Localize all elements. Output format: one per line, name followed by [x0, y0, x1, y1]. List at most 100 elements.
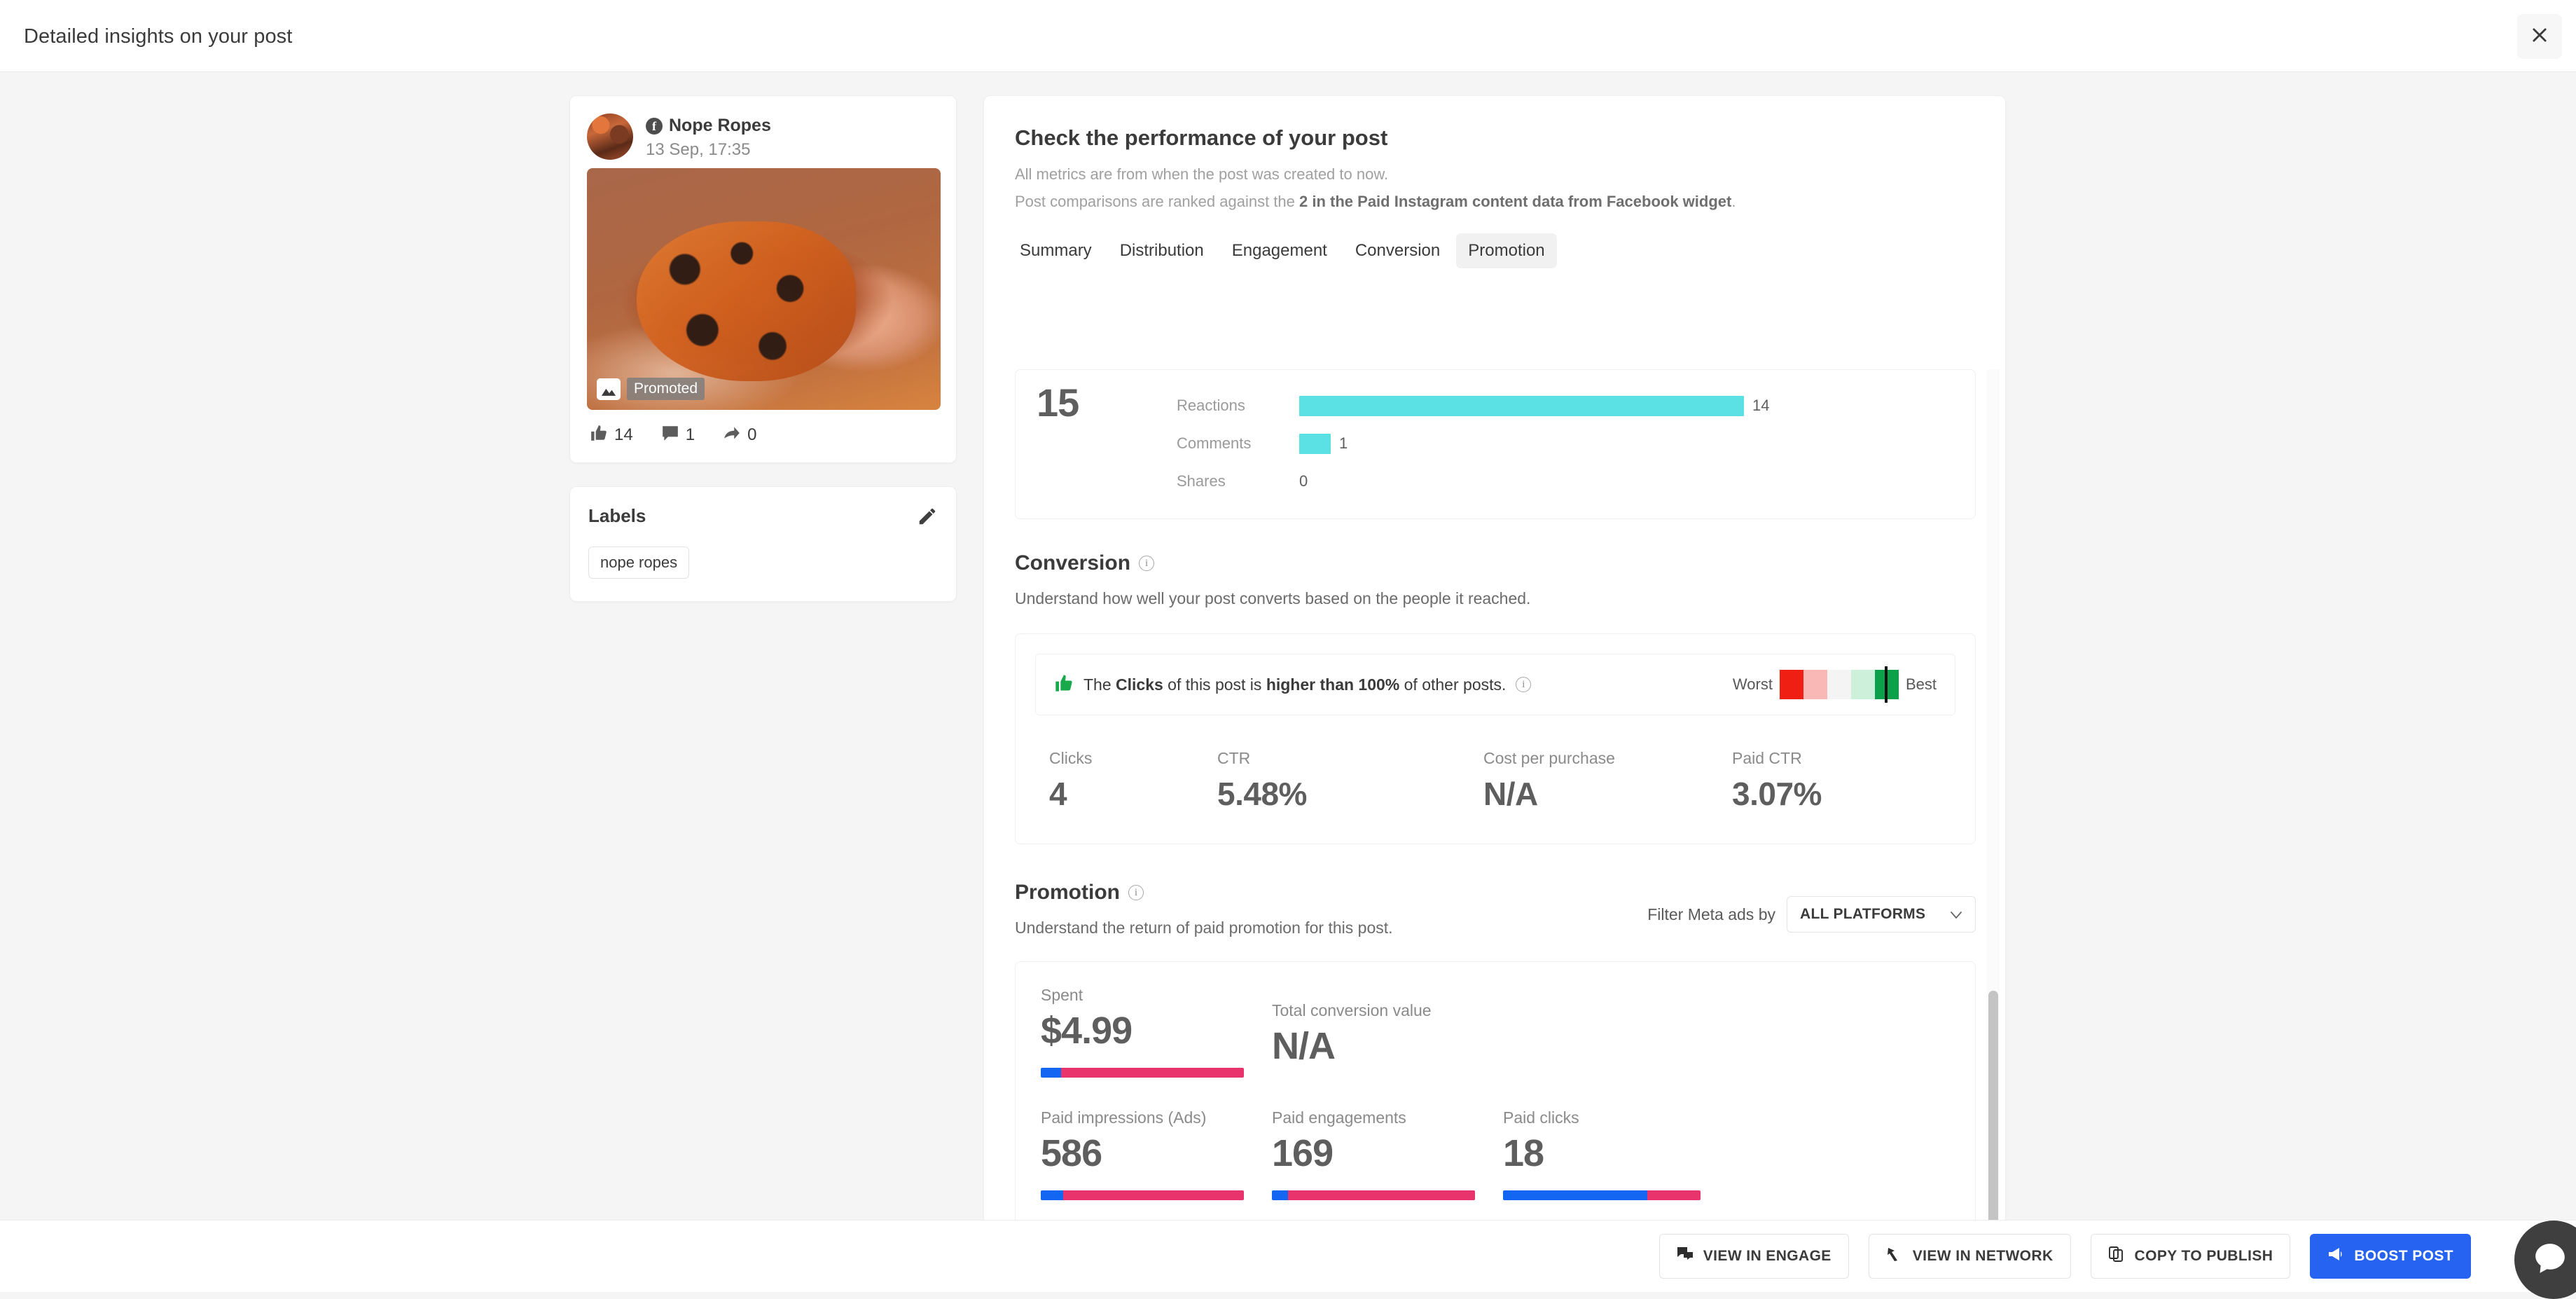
platform-filter-select[interactable]: ALL PLATFORMS: [1787, 896, 1976, 933]
promo-bar-paid-impressions-pink: [1062, 1190, 1244, 1200]
insights-panel: Check the performance of your post All m…: [983, 95, 2006, 1265]
copy-icon: [2108, 1246, 2125, 1267]
engagement-summary-card: 15 Reactions 14 Comments 1 Shares 0: [1015, 369, 1976, 519]
tab-engagement[interactable]: Engagement: [1220, 233, 1339, 268]
metric-paid-ctr-value: 3.07%: [1732, 776, 1822, 812]
bar-value-reactions: 14: [1752, 397, 1770, 414]
dialog-header: Detailed insights on your post: [0, 0, 2576, 72]
tab-promotion[interactable]: Promotion: [1456, 233, 1557, 268]
promotion-card: Spent $4.99 Total conversion value N/A P…: [1015, 961, 1976, 1232]
promo-metric-paid-engagements-label: Paid engagements: [1272, 1108, 1406, 1127]
engagement-bar-chart: Reactions 14 Comments 1 Shares 0: [1177, 376, 1954, 500]
edit-labels-button[interactable]: [917, 506, 938, 527]
labels-header: Labels: [588, 505, 938, 527]
scale-segment-1: [1779, 670, 1803, 699]
post-image[interactable]: Promoted: [587, 168, 941, 410]
insights-title: Check the performance of your post: [1015, 125, 1388, 150]
post-stats: 14 1 0: [587, 424, 939, 446]
labels-title: Labels: [588, 505, 646, 526]
boost-post-button[interactable]: BOOST POST: [2310, 1234, 2471, 1279]
promo-bar-paid-clicks-pink: [1647, 1190, 1701, 1200]
view-in-network-button[interactable]: VIEW IN NETWORK: [1868, 1234, 2071, 1279]
conversion-section-header: Conversion i: [1015, 551, 1976, 575]
promo-metric-paid-impressions: Paid impressions (Ads) 586: [1041, 1108, 1272, 1200]
promo-bar-paid-clicks: [1503, 1190, 1701, 1200]
metric-paid-ctr-label: Paid CTR: [1732, 749, 1802, 767]
promo-metric-total-conversion-value-value: N/A: [1272, 1025, 1336, 1067]
scale-segment-4: [1850, 670, 1875, 699]
insights-header: Check the performance of your post All m…: [984, 96, 2005, 211]
promo-bar-paid-clicks-blue: [1503, 1190, 1647, 1200]
bar-label-shares: Shares: [1177, 472, 1226, 490]
promoted-badge: Promoted: [627, 378, 705, 400]
bar-row-reactions: Reactions 14: [1177, 387, 1954, 425]
close-icon: [2530, 25, 2549, 48]
tab-distribution[interactable]: Distribution: [1108, 233, 1216, 268]
copy-to-publish-button[interactable]: COPY TO PUBLISH: [2090, 1234, 2291, 1279]
info-icon[interactable]: i: [1516, 677, 1532, 692]
post-image-content: [636, 221, 856, 381]
view-in-engage-label: VIEW IN ENGAGE: [1703, 1248, 1831, 1264]
label-chip-list: nope ropes: [588, 547, 938, 579]
promo-metric-paid-clicks-value: 18: [1503, 1132, 1544, 1174]
filter-label: Filter Meta ads by: [1647, 905, 1775, 923]
bar-row-shares: Shares 0: [1177, 462, 1954, 500]
metric-paid-ctr: Paid CTR 3.07%: [1732, 749, 1822, 813]
conversion-metrics-row: Clicks 4 CTR 5.48% Cost per purchase N/A…: [1035, 749, 1955, 824]
tab-summary[interactable]: Summary: [1008, 233, 1104, 268]
dialog-body: f Nope Ropes 13 Sep, 17:35 Promoted 14 1…: [0, 72, 2576, 1265]
engage-icon: [1677, 1246, 1694, 1267]
performance-scale: Worst Best: [1733, 666, 1937, 703]
insights-subtitle-2: Post comparisons are ranked against the …: [1015, 193, 1974, 211]
thumbs-up-icon: [1054, 673, 1074, 696]
bar-fill-reactions: [1299, 395, 1744, 416]
conversion-insight-row: The Clicks of this post is higher than 1…: [1035, 654, 1955, 715]
bar-track-reactions: 14: [1299, 395, 1954, 416]
insight-emphasis: higher than 100%: [1266, 675, 1400, 694]
left-column: f Nope Ropes 13 Sep, 17:35 Promoted 14 1…: [569, 95, 957, 602]
promotion-section-header: Promotion i Understand the return of pai…: [1015, 881, 1976, 937]
promo-metric-spent: Spent $4.99: [1041, 986, 1272, 1078]
metric-cost-per-purchase-label: Cost per purchase: [1483, 749, 1615, 767]
close-button[interactable]: [2517, 14, 2562, 59]
metric-ctr-value: 5.48%: [1217, 776, 1307, 812]
bar-fill-comments: [1299, 433, 1331, 454]
view-in-engage-button[interactable]: VIEW IN ENGAGE: [1659, 1234, 1849, 1279]
insights-tabs: Summary Distribution Engagement Conversi…: [984, 233, 2005, 268]
scale-best-label: Best: [1905, 675, 1937, 693]
metric-ctr-label: CTR: [1217, 749, 1251, 767]
conversion-description: Understand how well your post converts b…: [1015, 589, 1531, 607]
bar-value-comments: 1: [1339, 434, 1348, 452]
insights-scroll-area: 15 Reactions 14 Comments 1 Shares 0 Conv…: [984, 369, 2005, 1265]
insight-metric: Clicks: [1116, 675, 1163, 694]
metric-ctr: CTR 5.48%: [1217, 749, 1483, 813]
promo-bar-paid-engagements-pink: [1288, 1190, 1475, 1200]
conversion-insight-text: The Clicks of this post is higher than 1…: [1083, 675, 1506, 694]
facebook-icon: f: [646, 117, 663, 135]
arrow-back-icon: [1886, 1246, 1903, 1267]
stat-reactions-value: 14: [614, 425, 633, 444]
info-icon[interactable]: i: [1128, 885, 1144, 900]
promo-bar-spent-blue: [1041, 1068, 1061, 1078]
post-header: f Nope Ropes 13 Sep, 17:35: [587, 114, 939, 160]
info-icon[interactable]: i: [1139, 556, 1155, 571]
pencil-icon: [917, 508, 938, 530]
scale-bar: [1779, 666, 1899, 703]
bar-row-comments: Comments 1: [1177, 425, 1954, 462]
promo-metric-total-conversion-value: Total conversion value N/A: [1272, 986, 1503, 1078]
conversion-title: Conversion: [1015, 551, 1131, 575]
bar-value-shares: 0: [1299, 472, 1308, 490]
promotion-bottom-metrics: Paid impressions (Ads) 586 Paid engageme…: [1041, 1108, 1950, 1200]
promo-bar-paid-engagements-blue: [1272, 1190, 1289, 1200]
stat-shares: 0: [723, 424, 756, 446]
label-chip[interactable]: nope ropes: [588, 547, 690, 579]
promotion-heading-block: Promotion i Understand the return of pai…: [1015, 881, 1393, 937]
view-in-network-label: VIEW IN NETWORK: [1912, 1248, 2054, 1264]
metric-clicks-value: 4: [1049, 776, 1067, 812]
promo-bar-spent-pink: [1061, 1068, 1244, 1078]
chat-bubble-icon: [2535, 1241, 2568, 1279]
promo-metric-spent-label: Spent: [1041, 986, 1083, 1004]
engagement-total: 15: [1037, 380, 1079, 425]
tab-conversion[interactable]: Conversion: [1343, 233, 1452, 268]
promotion-filter: Filter Meta ads by ALL PLATFORMS: [1647, 881, 1976, 933]
